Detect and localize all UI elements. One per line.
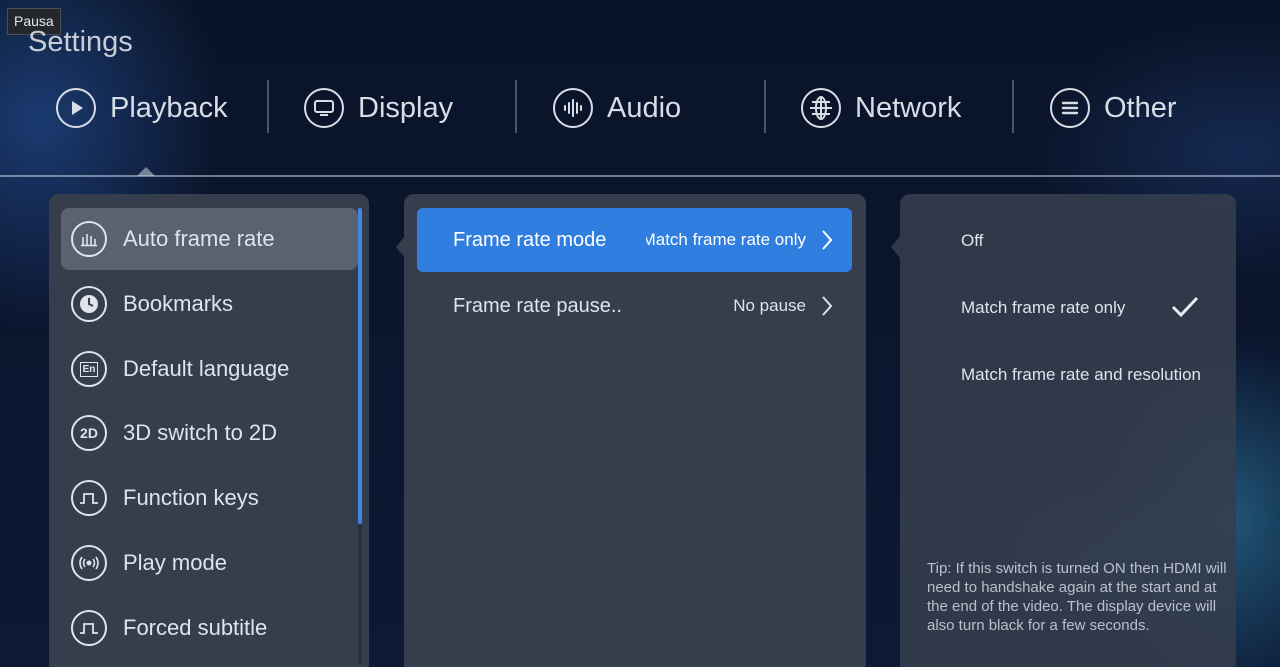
clock-icon bbox=[71, 286, 107, 322]
menu-item-3d-switch[interactable]: 2D 3D switch to 2D bbox=[61, 402, 358, 464]
tab-divider bbox=[267, 80, 269, 133]
category-tabs: Playback Display Audio Network Other bbox=[0, 72, 1280, 144]
menu-item-function-keys[interactable]: Function keys bbox=[61, 467, 358, 529]
tab-label: Playback bbox=[110, 91, 228, 124]
menu-item-play-mode[interactable]: Play mode bbox=[61, 532, 358, 594]
2d-icon: 2D bbox=[71, 415, 107, 451]
menu-item-label: Auto frame rate bbox=[123, 226, 275, 251]
option-match-frame-rate-and-resolution[interactable]: Match frame rate and resolution bbox=[961, 365, 1201, 385]
row-value: No pause bbox=[733, 296, 806, 315]
pulse-icon bbox=[71, 610, 107, 646]
tab-playback[interactable]: Playback bbox=[56, 72, 228, 144]
tab-label: Other bbox=[1104, 91, 1177, 124]
tab-divider bbox=[764, 80, 766, 133]
language-icon: En bbox=[71, 351, 107, 387]
menu-item-default-language[interactable]: En Default language bbox=[61, 338, 358, 400]
tab-underline bbox=[0, 175, 1280, 177]
menu-item-label: Forced subtitle bbox=[123, 615, 268, 640]
broadcast-icon bbox=[71, 545, 107, 581]
play-icon bbox=[56, 88, 96, 128]
menu-item-forced-subtitle[interactable]: Forced subtitle bbox=[61, 597, 358, 659]
tab-network[interactable]: Network bbox=[801, 72, 961, 144]
pulse-icon bbox=[71, 480, 107, 516]
scrollbar-thumb[interactable] bbox=[358, 208, 362, 524]
frame-rate-pause-row[interactable]: Frame rate pause.. No pause bbox=[417, 274, 852, 338]
menu-item-label: Default language bbox=[123, 356, 290, 381]
menu-item-label: Play mode bbox=[123, 550, 227, 575]
option-off[interactable]: Off bbox=[961, 231, 983, 251]
frame-rate-mode-options: Off Match frame rate only Match frame ra… bbox=[900, 194, 1236, 667]
menu-item-auto-frame-rate[interactable]: Auto frame rate bbox=[61, 208, 358, 270]
tab-label: Audio bbox=[607, 91, 682, 124]
bar-chart-icon bbox=[71, 221, 107, 257]
tab-divider bbox=[515, 80, 517, 133]
tab-audio[interactable]: Audio bbox=[553, 72, 681, 144]
frame-rate-settings-panel: Frame rate mode Match frame rate only Fr… bbox=[404, 194, 866, 667]
tab-label: Network bbox=[855, 91, 962, 124]
audio-wave-icon bbox=[553, 88, 593, 128]
page-title: Settings bbox=[28, 26, 133, 58]
settings-category-list: Auto frame rate Bookmarks En Default lan… bbox=[49, 194, 369, 667]
panel-pointer bbox=[891, 236, 900, 258]
check-icon bbox=[1171, 296, 1199, 318]
menu-item-label: Function keys bbox=[123, 485, 259, 510]
option-match-frame-rate-only[interactable]: Match frame rate only bbox=[961, 298, 1125, 318]
monitor-icon bbox=[304, 88, 344, 128]
scrollbar-track[interactable] bbox=[358, 524, 362, 664]
chevron-right-icon bbox=[822, 296, 833, 316]
chevron-right-icon bbox=[822, 230, 833, 250]
frame-rate-mode-row[interactable]: Frame rate mode Match frame rate only bbox=[417, 208, 852, 272]
tab-display[interactable]: Display bbox=[304, 72, 453, 144]
tab-other[interactable]: Other bbox=[1050, 72, 1177, 144]
menu-item-label: 3D switch to 2D bbox=[123, 420, 278, 445]
menu-item-bookmarks[interactable]: Bookmarks bbox=[61, 273, 358, 335]
tab-label: Display bbox=[358, 91, 454, 124]
tab-indicator bbox=[137, 167, 155, 176]
row-value: Match frame rate only bbox=[646, 230, 806, 249]
row-label: Frame rate pause.. bbox=[453, 294, 622, 317]
menu-icon bbox=[1050, 88, 1090, 128]
menu-item-label: Bookmarks bbox=[123, 291, 234, 316]
globe-icon bbox=[801, 88, 841, 128]
tip-text: Tip: If this switch is turned ON then HD… bbox=[927, 560, 1227, 634]
row-label: Frame rate mode bbox=[453, 228, 607, 251]
tab-divider bbox=[1012, 80, 1014, 133]
